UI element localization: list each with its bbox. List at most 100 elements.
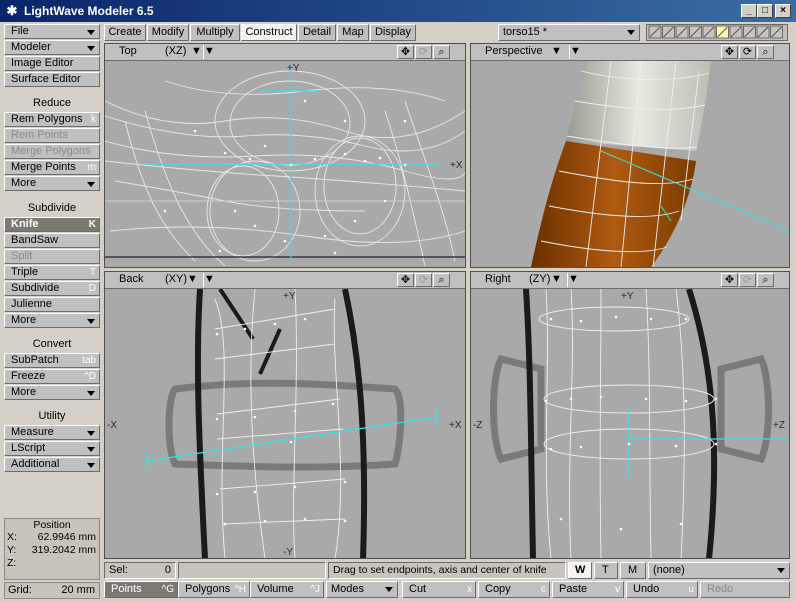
file-menu[interactable]: File (4, 24, 100, 39)
tab-display[interactable]: Display (370, 24, 416, 41)
close-button[interactable]: × (775, 4, 791, 18)
vertex-point (579, 445, 583, 449)
view-type-label[interactable]: Right (485, 273, 511, 287)
view-type-label[interactable]: Back (119, 273, 143, 287)
more-convert-menu[interactable]: More (4, 385, 100, 400)
modes-menu[interactable]: Modes (326, 581, 398, 598)
rotate-view-icon[interactable]: ⟳ (415, 45, 432, 59)
chevron-down-icon[interactable]: ▼ (551, 273, 562, 287)
vertex-point (289, 440, 293, 444)
surface-select[interactable]: (none) (648, 562, 790, 579)
view-type-label[interactable]: Top (119, 45, 137, 59)
vertex-point (619, 527, 623, 531)
view-type-label[interactable]: Perspective (485, 45, 542, 59)
zoom-view-icon[interactable]: ⌕ (757, 273, 774, 287)
zoom-view-icon[interactable]: ⌕ (757, 45, 774, 59)
vertex-point (378, 156, 382, 160)
vertex-point (233, 209, 237, 213)
minimize-button[interactable]: _ (741, 4, 757, 18)
workspace-m-button[interactable]: M (620, 562, 646, 579)
tab-map[interactable]: Map (337, 24, 369, 41)
move-view-icon[interactable]: ✥ (397, 273, 414, 287)
vertex-point (403, 119, 407, 123)
sel-label: Sel: (109, 564, 128, 576)
subdivide-button[interactable]: Subdivide D (4, 281, 100, 296)
tab-construct[interactable]: Construct (241, 24, 297, 41)
move-view-icon[interactable]: ✥ (721, 45, 738, 59)
rem-polygons-button[interactable]: Rem Polygons k (4, 112, 100, 127)
view-options-icon[interactable]: ▼ (203, 45, 215, 59)
lscript-menu[interactable]: LScript (4, 441, 100, 456)
merge-polygons-button[interactable]: Merge Polygons (4, 144, 100, 159)
chevron-down-icon[interactable]: ▼ (551, 45, 562, 59)
paste-button[interactable]: Paste v (552, 581, 624, 598)
rotate-view-icon[interactable]: ⟳ (739, 273, 756, 287)
triple-label: Triple (11, 266, 39, 278)
axis-label-back-y: +Y (283, 291, 296, 302)
vertex-point (343, 152, 347, 156)
freeze-button[interactable]: Freeze ^D (4, 369, 100, 384)
more-reduce-menu[interactable]: More (4, 176, 100, 191)
polygons-mode-button[interactable]: Polygons ^H (178, 581, 250, 598)
grid-readout: Grid: 20 mm (4, 582, 100, 599)
perspective-viewport[interactable]: Perspective ▼ ▼ ✥ ⟳ ⌕ (470, 43, 790, 268)
view-options-icon[interactable]: ▼ (569, 45, 581, 59)
chevron-down-icon[interactable]: ▼ (187, 273, 198, 287)
rem-points-button[interactable]: Rem Points (4, 128, 100, 143)
shortcut-key: ^G (161, 584, 174, 595)
workspace-w-button[interactable]: W (568, 562, 592, 579)
top-viewport[interactable]: Top (XZ) ▼ ▼ ✥ ⟳ ⌕ +Y +X (104, 43, 466, 268)
tab-multiply[interactable]: Multiply (190, 24, 240, 41)
tab-detail[interactable]: Detail (298, 24, 336, 41)
right-viewport[interactable]: Right (ZY) ▼ ▼ ✥ ⟳ ⌕ +Y -Z +Z (470, 271, 790, 559)
copy-button[interactable]: Copy c (478, 581, 550, 598)
window-title: LightWave Modeler 6.5 (24, 4, 154, 18)
rotate-view-icon[interactable]: ⟳ (415, 273, 432, 287)
move-view-icon[interactable]: ✥ (721, 273, 738, 287)
move-view-icon[interactable]: ✥ (397, 45, 414, 59)
chevron-down-icon[interactable]: ▼ (191, 45, 202, 59)
view-options-icon[interactable]: ▼ (567, 273, 579, 287)
redo-button[interactable]: Redo (700, 581, 790, 598)
additional-menu[interactable]: Additional (4, 457, 100, 472)
undo-button[interactable]: Undo u (626, 581, 698, 598)
triple-button[interactable]: Triple T (4, 265, 100, 280)
vertex-point (253, 415, 257, 419)
cut-label: Cut (409, 583, 427, 595)
vertex-point (223, 151, 227, 155)
zoom-view-icon[interactable]: ⌕ (433, 45, 450, 59)
tab-modify[interactable]: Modify (147, 24, 189, 41)
vertex-point (343, 119, 347, 123)
points-mode-button[interactable]: Points ^G (104, 581, 178, 598)
workspace-t-button[interactable]: T (594, 562, 618, 579)
rotate-view-icon[interactable]: ⟳ (739, 45, 756, 59)
julienne-button[interactable]: Julienne (4, 297, 100, 312)
merge-points-label: Merge Points (11, 161, 76, 173)
view-options-icon[interactable]: ▼ (203, 273, 215, 287)
vertex-point (293, 409, 297, 413)
measure-menu[interactable]: Measure (4, 425, 100, 440)
back-viewport[interactable]: Back (XY) ▼ ▼ ✥ ⟳ ⌕ +Y -Y -X +X (104, 271, 466, 559)
vertex-point (263, 144, 267, 148)
tab-create[interactable]: Create (104, 24, 146, 41)
image-editor-button[interactable]: Image Editor (4, 56, 100, 71)
cut-button[interactable]: Cut x (402, 581, 476, 598)
vertex-point (218, 249, 222, 253)
vertex-point (289, 163, 293, 167)
vertex-point (599, 395, 603, 399)
surface-editor-button[interactable]: Surface Editor (4, 72, 100, 87)
more-label: More (11, 386, 37, 398)
merge-points-button[interactable]: Merge Points m (4, 160, 100, 175)
maximize-button[interactable]: □ (757, 4, 773, 18)
chevron-down-icon (627, 30, 635, 35)
volume-mode-button[interactable]: Volume ^J (250, 581, 324, 598)
split-button[interactable]: Split (4, 249, 100, 264)
more-subdivide-menu[interactable]: More (4, 313, 100, 328)
object-select[interactable]: torso15 * (498, 24, 640, 41)
subpatch-button[interactable]: SubPatch tab (4, 353, 100, 368)
axis-label-right-z: +Z (773, 420, 785, 431)
bandsaw-button[interactable]: BandSaw (4, 233, 100, 248)
zoom-view-icon[interactable]: ⌕ (433, 273, 450, 287)
knife-button[interactable]: Knife K (4, 217, 100, 232)
modeler-menu[interactable]: Modeler (4, 40, 100, 55)
